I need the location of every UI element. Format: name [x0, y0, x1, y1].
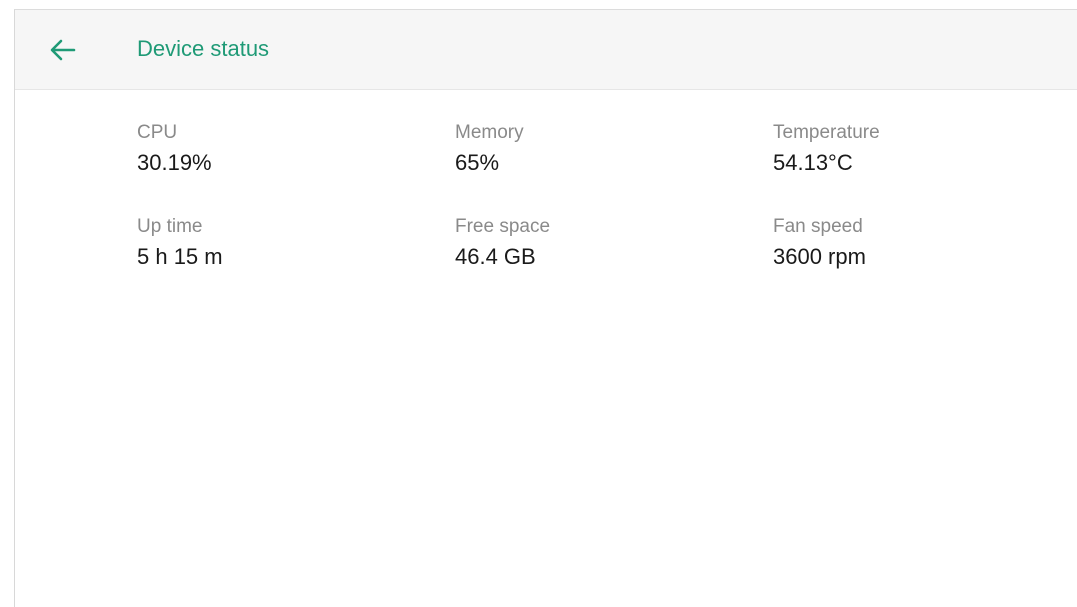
stat-cpu: CPU 30.19%: [137, 120, 455, 178]
stat-value: 3600 rpm: [773, 244, 866, 269]
stat-free-space: Free space 46.4 GB: [455, 214, 773, 272]
stat-label: Temperature: [773, 122, 880, 143]
stat-value: 30.19%: [137, 150, 212, 175]
stat-memory: Memory 65%: [455, 120, 773, 178]
device-status-screen: Device status CPU 30.19% Memory 65% Temp…: [14, 9, 1077, 607]
arrow-left-icon: [50, 39, 76, 61]
stat-value: 54.13°C: [773, 150, 853, 175]
stat-value: 5 h 15 m: [137, 244, 223, 269]
page-title: Device status: [137, 36, 270, 61]
stat-temperature: Temperature 54.13°C: [773, 120, 957, 178]
stat-value: 46.4 GB: [455, 244, 536, 269]
stat-label: Fan speed: [773, 216, 863, 237]
stat-fan-speed: Fan speed 3600 rpm: [773, 214, 957, 272]
stat-label: Up time: [137, 216, 203, 237]
stat-label: CPU: [137, 122, 178, 143]
stats-grid: CPU 30.19% Memory 65% Temperature 54.13°…: [137, 120, 957, 272]
stat-up-time: Up time 5 h 15 m: [137, 214, 455, 272]
stat-label: Memory: [455, 122, 524, 143]
app-bar: Device status: [15, 10, 1077, 90]
back-button[interactable]: [45, 32, 81, 68]
stat-value: 65%: [455, 150, 500, 175]
stat-label: Free space: [455, 216, 551, 237]
